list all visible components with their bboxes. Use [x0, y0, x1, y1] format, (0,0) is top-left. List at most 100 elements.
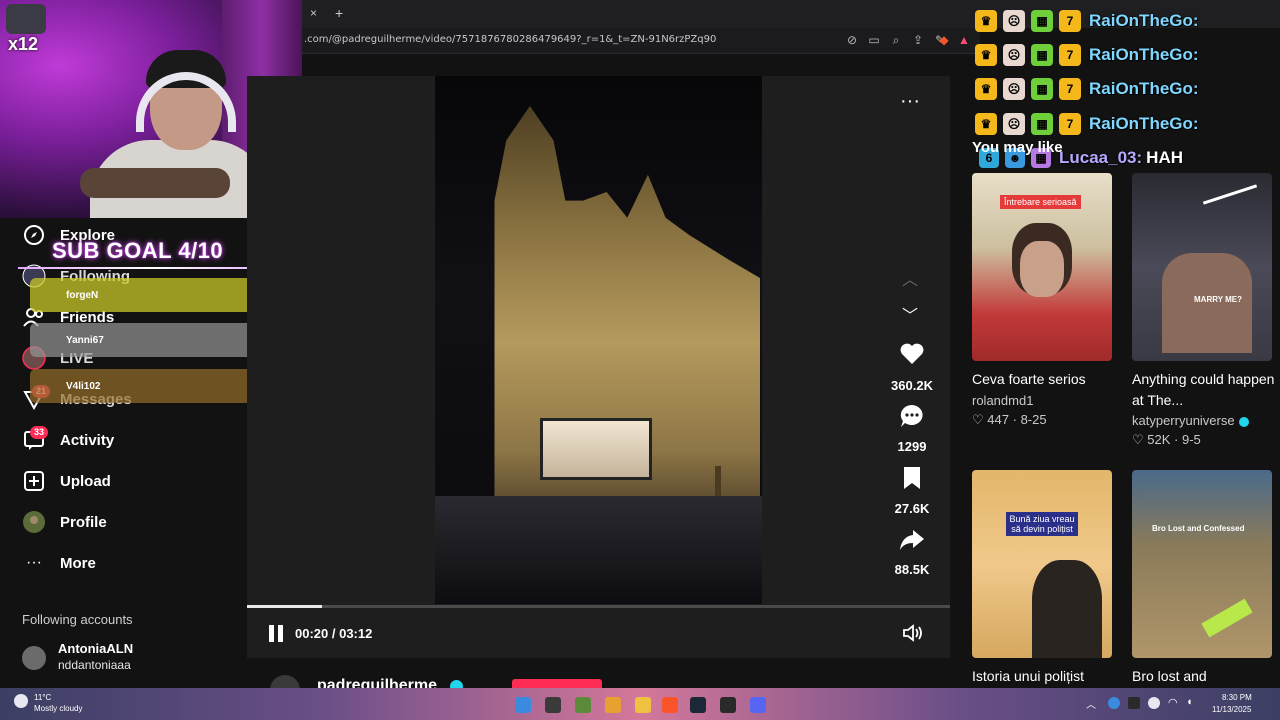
sidebar-item-more[interactable]: ··· More: [22, 550, 96, 576]
chat-message: ♛ ☹ ▦ 7 RaiOnTheGo:: [975, 42, 1199, 68]
app-icon[interactable]: [605, 697, 621, 713]
sub-name: forgeN: [66, 289, 99, 301]
comment-icon: [900, 404, 923, 427]
card-author: katyperryuniverse: [1132, 413, 1235, 428]
card-likes: 447: [987, 412, 1009, 427]
save-button[interactable]: [902, 466, 922, 495]
progress-track[interactable]: [247, 605, 950, 608]
card-title[interactable]: Istoria unui polițist: [972, 666, 1117, 687]
rewards-icon[interactable]: ▲: [956, 32, 972, 48]
heart-icon: [900, 343, 924, 364]
pause-button[interactable]: [267, 625, 285, 643]
tray-chevron-icon[interactable]: ︿: [1086, 696, 1096, 711]
read-mode-icon[interactable]: ⊘: [844, 32, 860, 48]
comment-count: 1299: [897, 439, 927, 454]
badge-icon: 7: [1059, 78, 1081, 100]
crown-icon: ♛: [975, 44, 997, 66]
sub-row: V4li102 1: [30, 369, 274, 403]
like-count: 360.2K: [891, 378, 933, 393]
card-meta: ♡ 52K · 9-5: [1132, 432, 1201, 448]
steam-icon[interactable]: [690, 697, 706, 713]
avatar[interactable]: [22, 646, 46, 670]
emote-icon: ☹: [1003, 44, 1025, 66]
thumbnail-caption: Bună ziua vreau să devin polițist: [1006, 512, 1078, 536]
video-thumbnail[interactable]: Bro Lost and Confessed: [1132, 470, 1272, 658]
emote-icon: ☹: [1003, 10, 1025, 32]
badge-icon: 7: [1059, 10, 1081, 32]
start-icon[interactable]: [515, 697, 531, 713]
url-text: .com/@padreguilherme/video/7571876780286…: [304, 34, 717, 45]
following-account-handle: nddantoniaaa: [58, 658, 131, 672]
wifi-icon[interactable]: ◠: [1168, 696, 1178, 709]
crown-icon: ♛: [975, 113, 997, 135]
close-tab-button[interactable]: ×: [310, 6, 317, 20]
card-title[interactable]: Ceva foarte serios: [972, 369, 1117, 390]
video-frame[interactable]: [435, 76, 762, 604]
card-author-row[interactable]: katyperryuniverse: [1132, 413, 1249, 428]
clock-date[interactable]: 11/13/2025: [1212, 705, 1251, 714]
gift-icon: ▦: [1031, 113, 1053, 135]
card-title[interactable]: Anything could happen at The...: [1132, 369, 1277, 411]
card-title[interactable]: Bro lost and: [1132, 666, 1277, 687]
discord-icon[interactable]: [750, 697, 766, 713]
upload-icon: [22, 469, 46, 493]
more-icon: ···: [26, 554, 42, 571]
tray-icon[interactable]: [1148, 697, 1160, 709]
chevron-down-icon[interactable]: ﹀: [902, 302, 918, 326]
share-icon[interactable]: ⇪: [910, 32, 926, 48]
weather-desc: Mostly cloudy: [34, 704, 83, 713]
sidebar-item-profile[interactable]: Profile: [22, 509, 107, 535]
crown-icon: ♛: [975, 10, 997, 32]
video-thumbnail[interactable]: Întrebare serioasă: [972, 173, 1112, 361]
share-button[interactable]: [899, 528, 925, 557]
thumbnail-caption: Bro Lost and Confessed: [1152, 524, 1245, 533]
clock-time[interactable]: 8:30 PM: [1222, 693, 1252, 702]
stage-screen: [540, 418, 652, 480]
separator-dot: ·: [1174, 432, 1182, 447]
badge-icon: 7: [1059, 113, 1081, 135]
volume-icon[interactable]: [902, 624, 924, 647]
video-thumbnail[interactable]: MARRY ME?: [1132, 173, 1272, 361]
like-button[interactable]: [899, 342, 925, 371]
emote-icon: ☹: [1003, 113, 1025, 135]
card-likes: 52K: [1147, 432, 1171, 447]
screen-icon[interactable]: ▭: [866, 32, 882, 48]
tray-icon[interactable]: [1108, 697, 1120, 709]
pause-bar: [269, 625, 274, 642]
more-options-icon[interactable]: ···: [900, 90, 920, 113]
address-bar[interactable]: .com/@padreguilherme/video/7571876780286…: [300, 28, 980, 54]
new-tab-button[interactable]: +: [335, 5, 343, 21]
gift-icon: ▦: [1031, 44, 1053, 66]
crowd: [435, 496, 762, 604]
app-icon[interactable]: [720, 697, 736, 713]
sidebar-item-upload[interactable]: Upload: [22, 468, 111, 494]
zoom-icon[interactable]: ⌕: [888, 32, 904, 48]
chevron-up-icon[interactable]: ︿: [902, 266, 918, 290]
stage-light: [1202, 184, 1258, 205]
tray-icon[interactable]: [1128, 697, 1140, 709]
folder-icon[interactable]: [635, 697, 651, 713]
sidebar-item-label: More: [60, 554, 96, 572]
chat-message: ♛ ☹ ▦ 7 RaiOnTheGo:: [975, 111, 1199, 137]
following-account-name[interactable]: AntoniaALN: [58, 641, 133, 656]
brave-shield-icon[interactable]: ◆: [936, 32, 952, 48]
chat-message: ♛ ☹ ▦ 7 RaiOnTheGo:: [975, 8, 1199, 34]
brave-icon[interactable]: [662, 697, 678, 713]
sidebar-item-label: Upload: [60, 472, 111, 490]
card-author[interactable]: rolandmd1: [972, 393, 1033, 408]
weather-icon[interactable]: [14, 694, 28, 708]
share-arrow-icon: [900, 530, 924, 550]
sub-row: forgeN 1: [30, 278, 274, 312]
comment-button[interactable]: [899, 403, 925, 434]
taskview-icon[interactable]: [545, 697, 561, 713]
video-thumbnail[interactable]: Bună ziua vreau să devin polițist: [972, 470, 1112, 658]
sidebar-item-label: Activity: [60, 431, 115, 449]
app-icon[interactable]: [575, 697, 591, 713]
card-meta: ♡ 447 · 8-25: [972, 412, 1047, 428]
chat-username: Lucaa_03:: [1059, 148, 1143, 167]
gift-icon: ▦: [1031, 78, 1053, 100]
speaker-icon[interactable]: ◖: [1186, 696, 1193, 708]
sidebar-item-label: Profile: [60, 513, 107, 531]
heart-outline-icon: ♡: [972, 412, 984, 427]
sub-name: V4li102: [66, 380, 101, 392]
